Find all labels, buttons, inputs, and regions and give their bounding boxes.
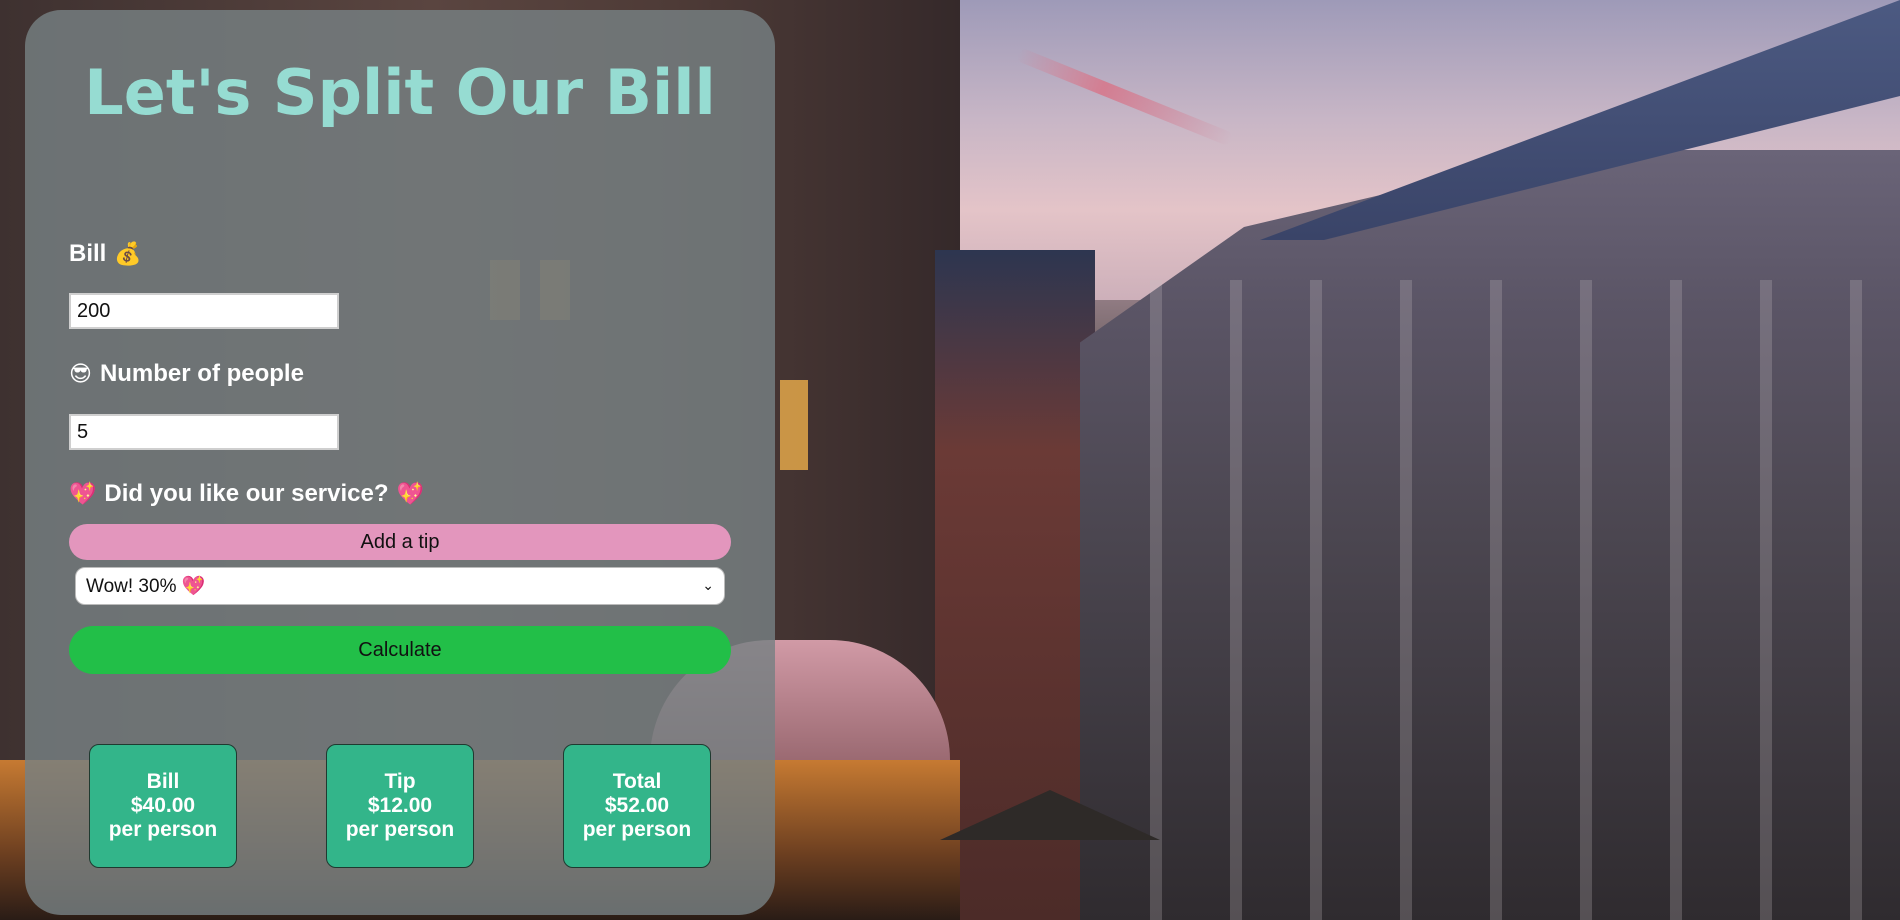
bill-label-text: Bill [69, 240, 107, 267]
sparkling-heart-icon: 💖 [396, 481, 424, 507]
people-label-text: Number of people [99, 360, 304, 387]
tip-select[interactable]: Wow! 30% 💖 ⌄ [75, 567, 725, 605]
bill-input[interactable] [69, 293, 339, 329]
result-suffix: per person [345, 818, 455, 841]
bill-label: Bill 💰 [69, 240, 142, 268]
result-suffix: per person [582, 818, 692, 841]
calculator-panel: Let's Split Our Bill Bill 💰 😎 Number of … [25, 10, 775, 915]
result-card-tip: Tip $12.00 per person [326, 744, 474, 868]
tip-select-value: Wow! 30% 💖 [86, 576, 206, 597]
service-question-text: Did you like our service? [104, 480, 389, 507]
result-card-total: Total $52.00 per person [563, 744, 711, 868]
smiling-face-with-sunglasses-icon: 😎 [69, 361, 92, 387]
people-label: 😎 Number of people [69, 360, 304, 388]
result-title: Bill [146, 770, 180, 793]
result-amount: $40.00 [130, 794, 196, 817]
add-tip-button[interactable]: Add a tip [69, 524, 731, 560]
result-title: Total [612, 770, 662, 793]
page-title: Let's Split Our Bill [84, 56, 716, 129]
chevron-down-icon: ⌄ [702, 578, 714, 594]
service-question: 💖 Did you like our service? 💖 [69, 480, 424, 508]
calculate-button[interactable]: Calculate [69, 626, 731, 674]
result-title: Tip [384, 770, 416, 793]
money-bag-icon: 💰 [114, 241, 142, 267]
lit-window [780, 380, 808, 470]
result-amount: $12.00 [367, 794, 433, 817]
people-input[interactable] [69, 414, 339, 450]
result-suffix: per person [108, 818, 218, 841]
sparkling-heart-icon: 💖 [69, 481, 97, 507]
result-amount: $52.00 [604, 794, 670, 817]
result-card-bill: Bill $40.00 per person [89, 744, 237, 868]
